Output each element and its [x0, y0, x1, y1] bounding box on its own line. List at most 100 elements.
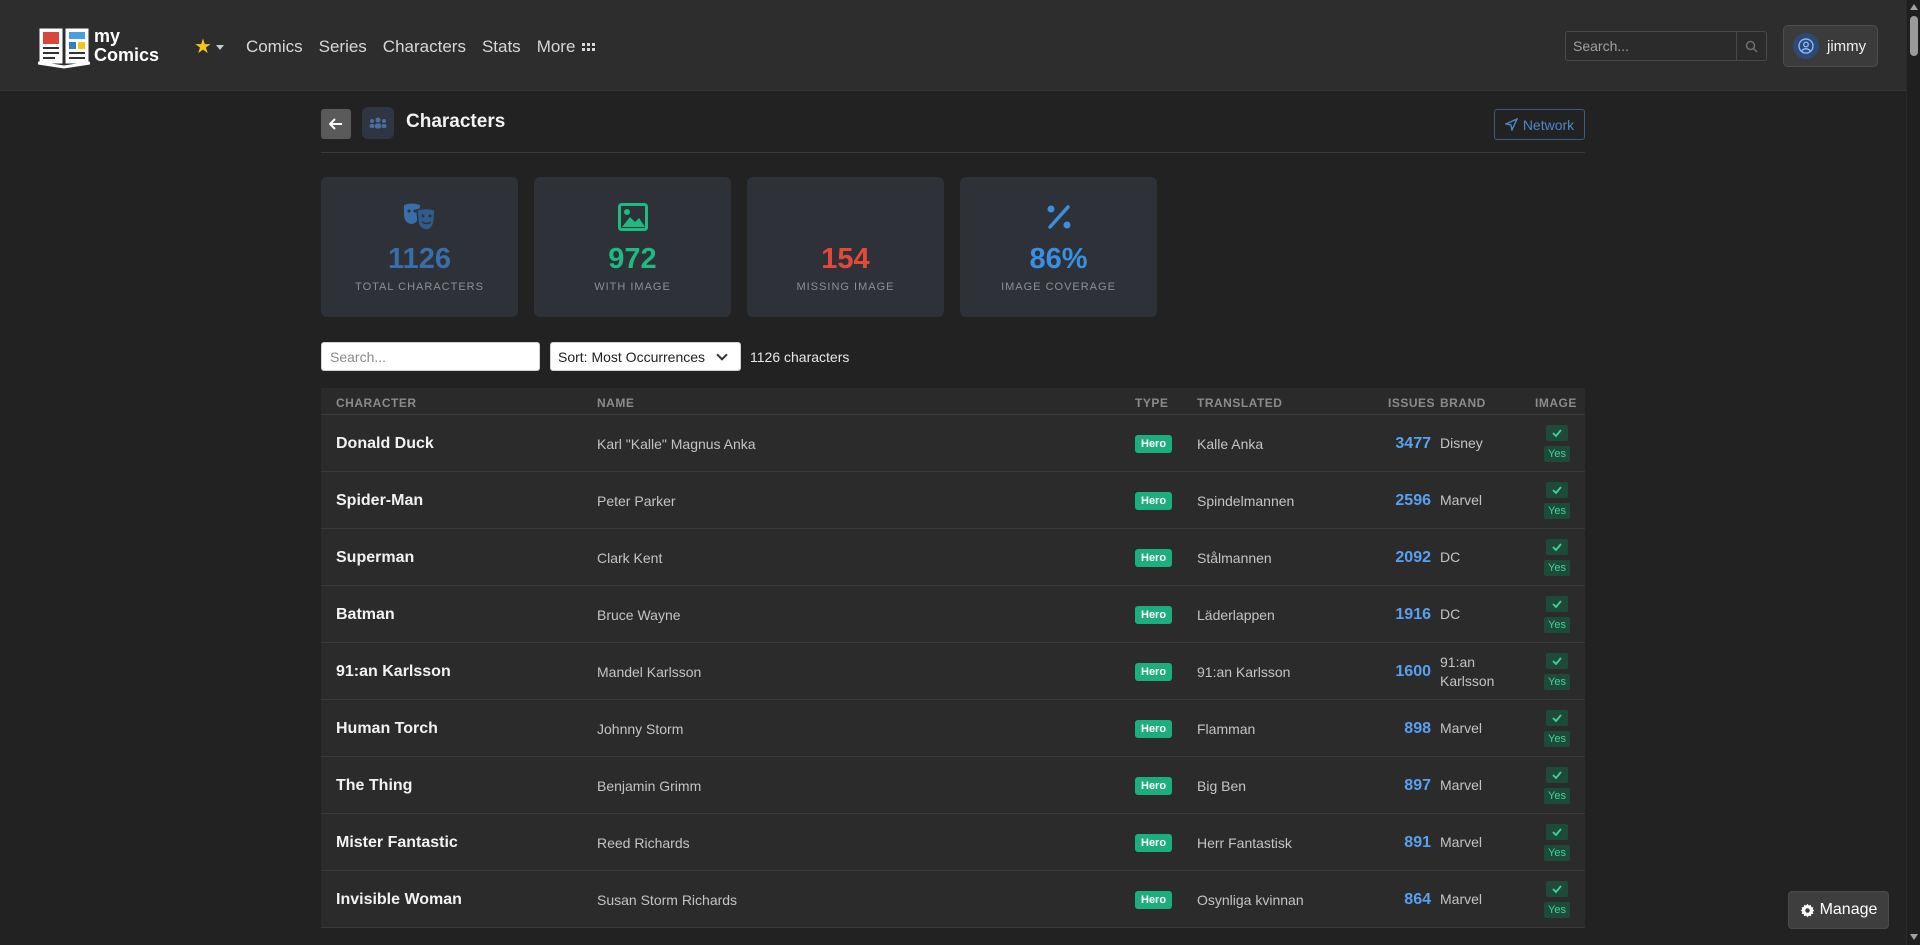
type-cell: Hero — [1135, 643, 1173, 700]
check-icon — [1546, 596, 1568, 612]
translated-name: 91:an Karlsson — [1197, 663, 1291, 680]
nav-characters[interactable]: Characters — [383, 37, 466, 57]
table-row[interactable]: Human Torch Johnny Storm Hero Flamman 898 Mar… — [321, 700, 1585, 757]
image-status: Yes — [1539, 529, 1575, 586]
col-translated[interactable]: TRANSLATED — [1197, 396, 1282, 410]
col-image[interactable]: IMAGE — [1535, 396, 1577, 410]
col-type[interactable]: TYPE — [1135, 396, 1168, 410]
check-icon — [1546, 482, 1568, 498]
image-yes-badge: Yes — [1544, 617, 1570, 633]
user-circle-icon — [1793, 33, 1819, 59]
table-row[interactable]: The Thing Benjamin Grimm Hero Big Ben 897 Mar… — [321, 757, 1585, 814]
nav-series[interactable]: Series — [319, 37, 367, 57]
stat-card-total: 1126 TOTAL CHARACTERS — [321, 177, 518, 317]
table-row[interactable]: 91:an Karlsson Mandel Karlsson Hero 91:an K… — [321, 643, 1585, 700]
image-yes-badge: Yes — [1544, 788, 1570, 804]
scroll-up-arrow-icon[interactable] — [1910, 4, 1918, 10]
image-status: Yes — [1539, 757, 1575, 814]
manage-button[interactable]: Manage — [1788, 891, 1889, 929]
image-status: Yes — [1539, 700, 1575, 757]
issues-count: 3477 — [1395, 434, 1431, 452]
brand: Marvel — [1440, 891, 1483, 907]
image-yes-badge: Yes — [1544, 503, 1570, 519]
real-name: Susan Storm Richards — [597, 891, 738, 908]
character-name[interactable]: The Thing — [336, 757, 412, 814]
back-button[interactable] — [321, 109, 351, 139]
character-name[interactable]: Batman — [336, 586, 395, 643]
top-navbar: my Comics ★ Comics Series Characters Sta… — [0, 0, 1906, 91]
stat-card-missing-image: 154 MISSING IMAGE — [747, 177, 944, 317]
brand: Marvel — [1440, 720, 1483, 736]
sort-select[interactable]: Sort: Most Occurrences — [550, 342, 741, 371]
real-name: Johnny Storm — [597, 720, 684, 737]
issues-count: 898 — [1404, 719, 1431, 737]
stat-value: 1126 — [388, 243, 451, 275]
table-body: Donald Duck Karl "Kalle" Magnus Anka Hero K… — [321, 415, 1585, 928]
stat-label: IMAGE COVERAGE — [1001, 281, 1116, 293]
network-button[interactable]: Network — [1494, 109, 1585, 140]
col-issues[interactable]: ISSUES — [1388, 396, 1435, 410]
real-name: Reed Richards — [597, 834, 690, 851]
user-menu-button[interactable]: jimmy — [1783, 25, 1878, 67]
translated-name: Flamman — [1197, 720, 1256, 737]
table-row[interactable]: Mister Fantastic Reed Richards Hero Herr Fa… — [321, 814, 1585, 871]
table-row[interactable]: Batman Bruce Wayne Hero Läderlappen 1916 DC Ye… — [321, 586, 1585, 643]
issues-count: 1600 — [1395, 662, 1431, 680]
brand: Disney — [1440, 435, 1483, 451]
user-name: jimmy — [1827, 37, 1867, 55]
brand: DC — [1440, 549, 1461, 565]
search-icon — [1745, 40, 1758, 53]
character-name[interactable]: Mister Fantastic — [336, 814, 458, 871]
nav-search: Search... — [1565, 31, 1767, 61]
character-name[interactable]: Spider-Man — [336, 472, 423, 529]
real-name: Clark Kent — [597, 549, 663, 566]
scroll-thumb[interactable] — [1910, 16, 1918, 56]
table-row[interactable]: Superman Clark Kent Hero Stålmannen 2092 DC Ye… — [321, 529, 1585, 586]
app-logo[interactable]: my Comics — [37, 22, 160, 70]
type-badge: Hero — [1135, 434, 1173, 453]
col-character[interactable]: CHARACTER — [336, 396, 417, 410]
nav-comics[interactable]: Comics — [246, 37, 303, 57]
character-name[interactable]: Invisible Woman — [336, 871, 462, 928]
nav-stats[interactable]: Stats — [482, 37, 521, 57]
type-badge: Hero — [1135, 662, 1173, 681]
nav-search-input[interactable]: Search... — [1566, 32, 1736, 60]
character-search-input[interactable]: Search... — [321, 342, 540, 371]
grid-icon[interactable] — [582, 42, 596, 51]
comic-book-icon — [37, 23, 91, 69]
translated-name: Kalle Anka — [1197, 435, 1264, 452]
table-row[interactable]: Donald Duck Karl "Kalle" Magnus Anka Hero K… — [321, 415, 1585, 472]
character-name[interactable]: Superman — [336, 529, 414, 586]
sort-select-value: Sort: Most Occurrences — [558, 349, 706, 365]
real-name: Bruce Wayne — [597, 606, 681, 623]
type-badge: Hero — [1135, 605, 1173, 624]
type-cell: Hero — [1135, 415, 1173, 472]
col-brand[interactable]: BRAND — [1440, 396, 1486, 410]
image-yes-badge: Yes — [1544, 674, 1570, 690]
table-row[interactable]: Invisible Woman Susan Storm Richards Hero O… — [321, 871, 1585, 928]
col-name[interactable]: NAME — [597, 396, 634, 410]
check-icon — [1546, 425, 1568, 441]
chevron-down-icon[interactable] — [215, 45, 224, 50]
issues-count: 2092 — [1395, 548, 1431, 566]
translated-name: Stålmannen — [1197, 549, 1272, 566]
character-name[interactable]: 91:an Karlsson — [336, 643, 451, 700]
character-name[interactable]: Donald Duck — [336, 415, 434, 472]
scroll-down-arrow-icon[interactable] — [1910, 934, 1918, 940]
logo-text-line2: Comics — [94, 45, 160, 65]
table-header: CHARACTER NAME TYPE TRANSLATED ISSUES BR… — [321, 388, 1585, 415]
real-name: Benjamin Grimm — [597, 777, 702, 794]
image-status: Yes — [1539, 472, 1575, 529]
paper-plane-icon — [1504, 118, 1518, 131]
nav-search-button[interactable] — [1736, 32, 1766, 60]
page-scrollbar[interactable] — [1906, 0, 1920, 945]
stat-label: MISSING IMAGE — [796, 281, 895, 293]
favorites-star-icon[interactable]: ★ — [194, 34, 212, 59]
arrow-left-icon — [329, 118, 342, 130]
nav-more[interactable]: More — [537, 37, 576, 57]
theater-masks-icon — [321, 201, 518, 233]
type-badge: Hero — [1135, 833, 1173, 852]
character-name[interactable]: Human Torch — [336, 700, 438, 757]
brand: 91:an Karlsson — [1440, 653, 1495, 689]
table-row[interactable]: Spider-Man Peter Parker Hero Spindelmannen 2… — [321, 472, 1585, 529]
